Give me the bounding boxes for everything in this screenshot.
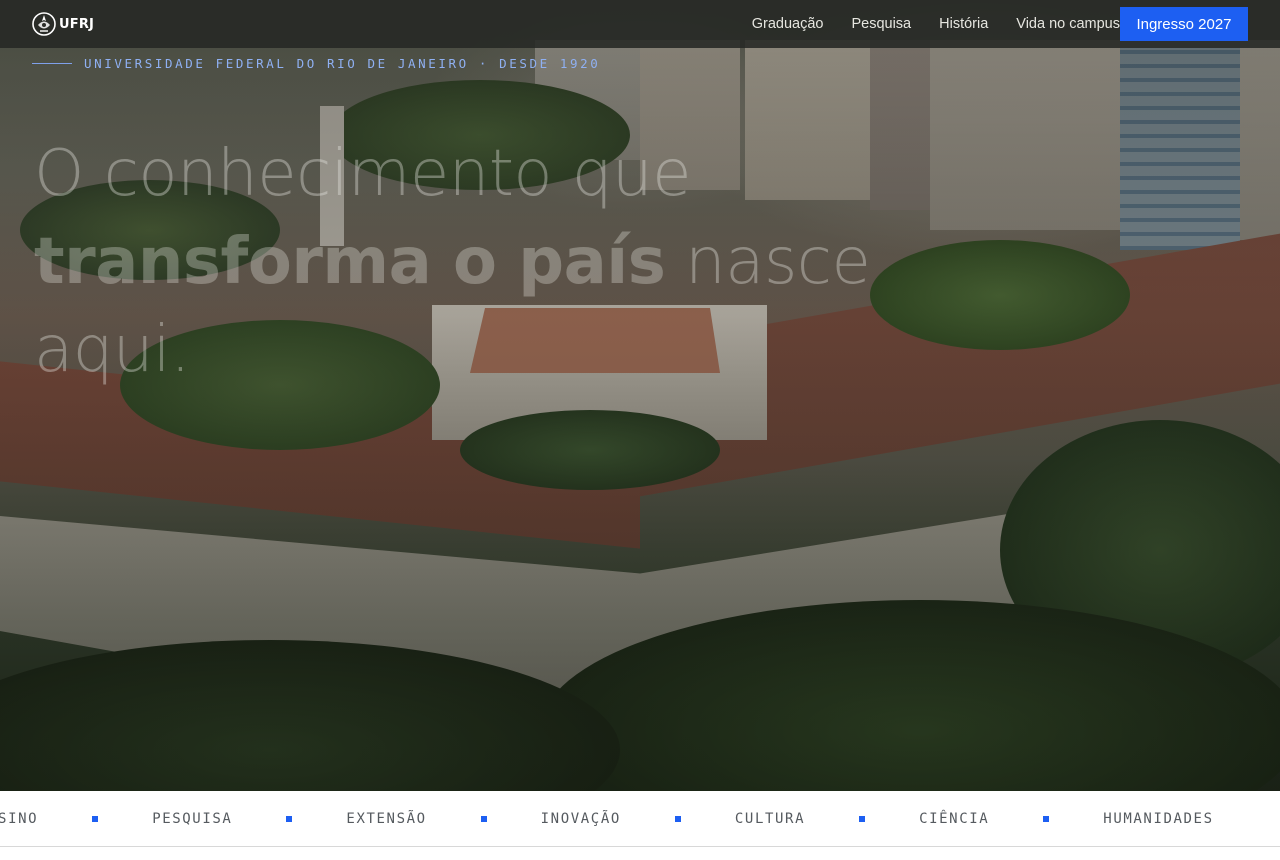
- ticker-separator: [859, 816, 866, 822]
- ticker-item-humanidades: HUMANIDADES: [1103, 811, 1214, 827]
- hero-background-image: [0, 0, 1280, 791]
- nav-item-graduacao[interactable]: Graduação: [752, 16, 824, 32]
- ticker-item-extensao: EXTENSÃO: [346, 811, 427, 827]
- ufrj-emblem-icon: [32, 12, 56, 36]
- ticker-separator: [480, 816, 487, 822]
- top-navigation: UFRJ Graduação Pesquisa História Vida no…: [0, 0, 1280, 48]
- nav-item-vida-no-campus[interactable]: Vida no campus: [1016, 16, 1120, 32]
- headline-period: .: [170, 313, 191, 387]
- ticker-track: ENSINO PESQUISA EXTENSÃO INOVAÇÃO CULTUR…: [0, 791, 1214, 846]
- ticker-separator: [1043, 816, 1050, 822]
- logo-text: UFRJ: [59, 16, 95, 32]
- page-bottom-strip: [0, 847, 1280, 860]
- ticker-separator: [286, 816, 293, 822]
- ticker-separator: [674, 816, 681, 822]
- headline-part-1: O conhecimento que: [34, 137, 691, 211]
- topics-ticker: ENSINO PESQUISA EXTENSÃO INOVAÇÃO CULTUR…: [0, 791, 1280, 847]
- ingresso-cta-button[interactable]: Ingresso 2027: [1120, 7, 1248, 41]
- nav-item-historia[interactable]: História: [939, 16, 988, 32]
- headline-emphasis: transforma o país: [34, 225, 666, 299]
- hero-overlay: [0, 0, 1280, 791]
- eyebrow-rule: [32, 63, 72, 64]
- ticker-item-pesquisa: PESQUISA: [152, 811, 233, 827]
- ticker-item-ensino: ENSINO: [0, 811, 39, 827]
- hero-headline: O conhecimento que transforma o país nas…: [34, 130, 894, 394]
- main-menu: Graduação Pesquisa História Vida no camp…: [724, 0, 1120, 48]
- hero-eyebrow: UNIVERSIDADE FEDERAL DO RIO DE JANEIRO ·…: [32, 56, 600, 71]
- ticker-item-ciencia: CIÊNCIA: [919, 811, 990, 827]
- ticker-item-cultura: CULTURA: [734, 811, 806, 827]
- nav-item-pesquisa[interactable]: Pesquisa: [851, 16, 911, 32]
- ticker-item-inovacao: INOVAÇÃO: [540, 811, 621, 827]
- eyebrow-text: UNIVERSIDADE FEDERAL DO RIO DE JANEIRO ·…: [84, 56, 601, 71]
- ticker-separator: [92, 816, 99, 822]
- home-logo-link[interactable]: UFRJ: [32, 10, 94, 38]
